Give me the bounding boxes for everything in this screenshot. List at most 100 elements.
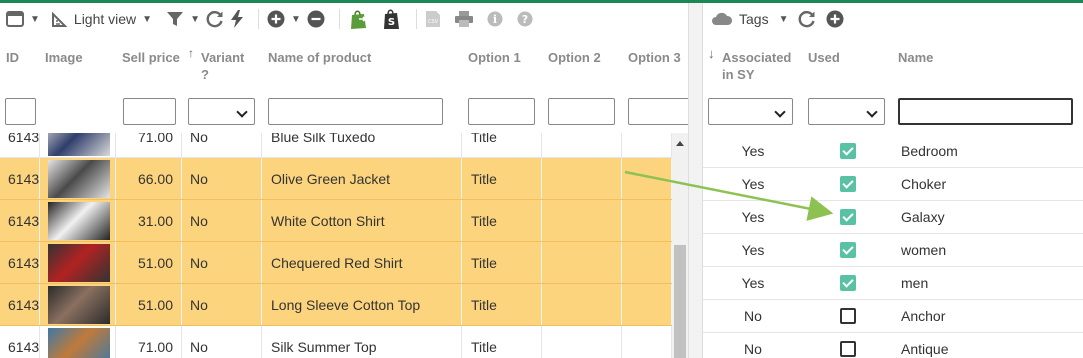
info-button[interactable]: i [487, 5, 503, 33]
layout-menu-button[interactable]: ▼ [6, 5, 40, 33]
col-image-header[interactable]: Image [45, 49, 83, 66]
tag-row[interactable]: Yes women [703, 234, 1083, 267]
option3-cell[interactable] [622, 326, 672, 358]
tag-name-cell[interactable]: Galaxy [901, 201, 1081, 233]
tag-row[interactable]: Yes Choker [703, 168, 1083, 201]
table-row[interactable]: 6143 71.00 No Blue Silk Tuxedo Title [0, 133, 672, 158]
tags-selector[interactable]: Tags ▼ [711, 5, 788, 33]
associated-cell[interactable]: Yes [703, 168, 803, 200]
print-button[interactable] [454, 5, 473, 33]
associated-cell[interactable]: Yes [703, 135, 803, 167]
id-filter-input[interactable] [5, 98, 36, 125]
price-cell[interactable]: 71.00 [116, 326, 182, 358]
product-name-cell[interactable]: Long Sleeve Cotton Top [262, 284, 462, 325]
used-checkbox[interactable] [840, 341, 856, 357]
option3-filter-input[interactable] [628, 98, 688, 125]
panel-splitter[interactable] [688, 3, 703, 358]
option1-cell[interactable]: Title [462, 133, 542, 157]
option1-cell[interactable]: Title [462, 200, 542, 241]
id-cell[interactable]: 6143 [0, 133, 40, 157]
col-variant-header[interactable]: Variant ? [201, 49, 251, 83]
name-filter-input[interactable] [268, 98, 443, 125]
tag-row[interactable]: Yes men [703, 267, 1083, 300]
id-cell[interactable]: 6143 [0, 200, 40, 241]
col-name-header[interactable]: Name of product [268, 49, 371, 66]
tag-name-cell[interactable]: Anchor [901, 300, 1081, 332]
product-name-cell[interactable]: Blue Silk Tuxedo [262, 133, 462, 157]
tag-row[interactable]: Yes Bedroom [703, 135, 1083, 168]
price-cell[interactable]: 66.00 [116, 158, 182, 199]
remove-button[interactable] [307, 5, 325, 33]
tag-name-cell[interactable]: Antique [901, 333, 1081, 358]
csv-export-button[interactable]: CSV [425, 5, 441, 33]
table-row[interactable]: 6143 66.00 No Olive Green Jacket Title [0, 158, 672, 200]
option3-cell[interactable] [622, 158, 672, 199]
price-cell[interactable]: 51.00 [116, 284, 182, 325]
associated-cell[interactable]: No [703, 333, 803, 358]
shopify-button[interactable]: S [382, 5, 402, 33]
product-name-cell[interactable]: Silk Summer Top [262, 326, 462, 358]
associated-cell[interactable]: No [703, 300, 803, 332]
refresh-button[interactable] [206, 5, 224, 33]
tag-name-cell[interactable]: women [901, 234, 1081, 266]
associated-cell[interactable]: Yes [703, 234, 803, 266]
option3-cell[interactable] [622, 133, 672, 157]
used-filter-select[interactable] [808, 98, 885, 125]
option1-cell[interactable]: Title [462, 158, 542, 199]
col-option1-header[interactable]: Option 1 [468, 49, 521, 66]
option1-cell[interactable]: Title [462, 326, 542, 358]
option2-filter-input[interactable] [548, 98, 615, 125]
price-cell[interactable]: 51.00 [116, 242, 182, 283]
used-checkbox[interactable] [840, 143, 856, 159]
scrollbar-thumb[interactable] [674, 245, 686, 358]
product-image-cell[interactable] [40, 284, 116, 325]
variant-cell[interactable]: No [182, 242, 262, 283]
option1-filter-input[interactable] [468, 98, 535, 125]
product-image-cell[interactable] [40, 133, 116, 157]
variant-cell[interactable]: No [182, 326, 262, 358]
view-selector[interactable]: Light view ▼ [51, 5, 152, 33]
option2-cell[interactable] [542, 326, 622, 358]
help-button[interactable]: ? [517, 5, 533, 33]
price-cell[interactable]: 31.00 [116, 200, 182, 241]
option2-cell[interactable] [542, 158, 622, 199]
option2-cell[interactable] [542, 133, 622, 157]
price-filter-input[interactable] [123, 98, 176, 125]
table-row[interactable]: 6143 51.00 No Long Sleeve Cotton Top Title [0, 284, 672, 326]
col-tagname-header[interactable]: Name [898, 49, 933, 66]
id-cell[interactable]: 6143 [0, 242, 40, 283]
used-checkbox[interactable] [840, 308, 856, 324]
used-checkbox[interactable] [840, 176, 856, 192]
product-name-cell[interactable]: Chequered Red Shirt [262, 242, 462, 283]
option1-cell[interactable]: Title [462, 284, 542, 325]
product-name-cell[interactable]: White Cotton Shirt [262, 200, 462, 241]
product-image-cell[interactable] [40, 242, 116, 283]
id-cell[interactable]: 6143 [0, 326, 40, 358]
used-checkbox[interactable] [840, 242, 856, 258]
price-cell[interactable]: 71.00 [116, 133, 182, 157]
tag-row[interactable]: No Anchor [703, 300, 1083, 333]
tags-add-button[interactable] [826, 5, 844, 33]
option1-cell[interactable]: Title [462, 242, 542, 283]
table-row[interactable]: 6143 51.00 No Chequered Red Shirt Title [0, 242, 672, 284]
option2-cell[interactable] [542, 284, 622, 325]
table-row[interactable]: 6143 71.00 No Silk Summer Top Title [0, 326, 672, 358]
product-name-cell[interactable]: Olive Green Jacket [262, 158, 462, 199]
option3-cell[interactable] [622, 284, 672, 325]
table-row[interactable]: 6143 31.00 No White Cotton Shirt Title [0, 200, 672, 242]
option3-cell[interactable] [622, 242, 672, 283]
filter-button[interactable]: ▼ [166, 5, 200, 33]
associated-cell[interactable]: Yes [703, 201, 803, 233]
col-price-header[interactable]: Sell price [122, 49, 180, 66]
option2-cell[interactable] [542, 200, 622, 241]
used-checkbox[interactable] [840, 209, 856, 225]
product-image-cell[interactable] [40, 326, 116, 358]
tag-row[interactable]: Yes Galaxy [703, 201, 1083, 234]
associated-cell[interactable]: Yes [703, 267, 803, 299]
associated-filter-select[interactable] [708, 98, 793, 125]
id-cell[interactable]: 6143 [0, 284, 40, 325]
scroll-up-icon[interactable] [676, 141, 684, 146]
option2-cell[interactable] [542, 242, 622, 283]
tag-name-cell[interactable]: men [901, 267, 1081, 299]
tag-name-cell[interactable]: Choker [901, 168, 1081, 200]
